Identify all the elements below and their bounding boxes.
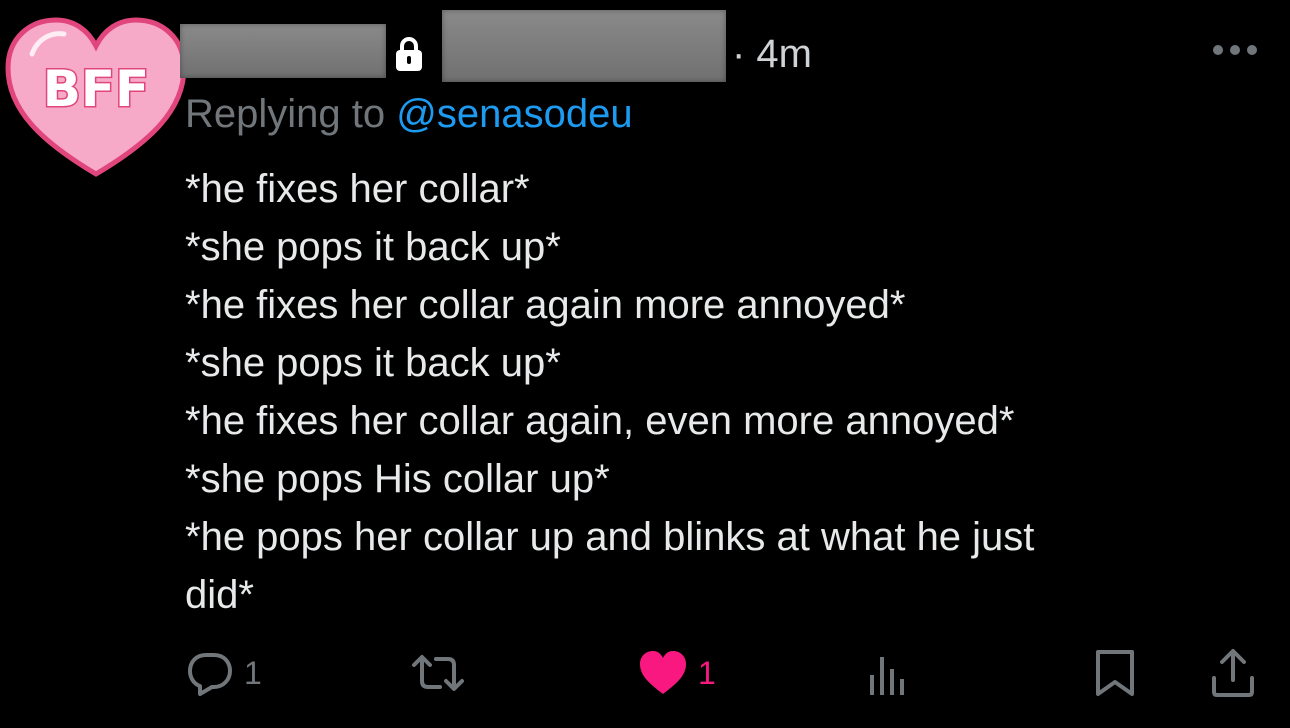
retweet-button[interactable] — [410, 640, 466, 706]
tweet-line: *he fixes her collar again, even more an… — [185, 399, 1015, 443]
views-icon — [870, 657, 904, 695]
tweet-line: *he pops her collar up and blinks at wha… — [185, 515, 1035, 559]
tweet-line: *she pops it back up* — [185, 341, 561, 385]
share-button[interactable] — [1210, 640, 1256, 706]
reply-count: 1 — [244, 655, 262, 691]
like-icon — [640, 651, 686, 694]
more-icon[interactable] — [1212, 44, 1258, 56]
tweet-line: did* — [185, 573, 254, 617]
bookmark-button[interactable] — [1094, 640, 1136, 706]
avatar-label: BFF — [43, 60, 149, 118]
tweet-text: *he fixes her collar* *she pops it back … — [185, 160, 1235, 624]
tweet-line: *he fixes her collar again more annoyed* — [185, 283, 906, 327]
reply-icon — [188, 653, 232, 696]
retweet-icon — [412, 655, 464, 691]
avatar[interactable]: BFF — [2, 14, 190, 182]
reply-handle-link[interactable]: @senasodeu — [396, 92, 632, 136]
share-icon — [1212, 649, 1254, 697]
bookmark-icon — [1096, 650, 1134, 696]
lock-icon — [396, 37, 422, 71]
tweet-line: *she pops it back up* — [185, 225, 561, 269]
redacted-username — [442, 10, 726, 82]
like-count: 1 — [698, 655, 716, 691]
like-button[interactable]: 1 — [638, 640, 716, 706]
replying-to-label: Replying to — [185, 92, 397, 136]
tweet-line: *she pops His collar up* — [185, 457, 610, 501]
timestamp: · 4m — [732, 32, 812, 76]
tweet-line: *he fixes her collar* — [185, 167, 530, 211]
bff-heart-icon: BFF — [5, 17, 187, 177]
action-bar: 1 1 — [0, 640, 1290, 710]
redacted-display-name — [180, 24, 386, 78]
reply-button[interactable]: 1 — [186, 640, 262, 706]
replying-to: Replying to @senasodeu — [185, 90, 633, 138]
tweet-header: · 4m — [176, 8, 1276, 88]
views-button[interactable] — [866, 640, 910, 706]
